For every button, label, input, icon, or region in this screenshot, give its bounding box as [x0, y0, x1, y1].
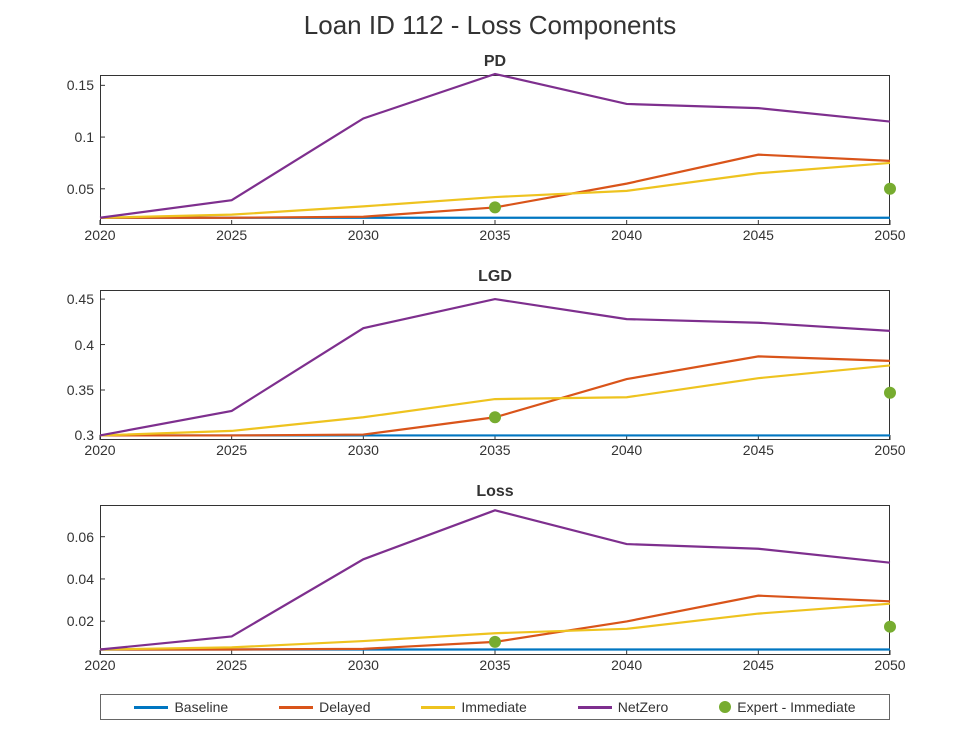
xtick-label: 2030: [348, 440, 379, 458]
legend-line-baseline: [134, 706, 168, 709]
xtick-label: 2040: [611, 225, 642, 243]
chart-panel-lgd: LGD 0.30.350.40.452020202520302035204020…: [100, 290, 890, 440]
xtick-label: 2020: [84, 440, 115, 458]
plot-pd: [100, 75, 890, 225]
legend-line-delayed: [279, 706, 313, 709]
legend-label-expert: Expert - Immediate: [737, 699, 855, 715]
series-line-netzero: [100, 510, 890, 649]
legend-line-netzero: [578, 706, 612, 709]
expert-marker: [489, 201, 501, 213]
legend: Baseline Delayed Immediate NetZero Exper…: [100, 694, 890, 720]
figure-title: Loan ID 112 - Loss Components: [0, 10, 980, 41]
xtick-label: 2020: [84, 655, 115, 673]
xtick-label: 2025: [216, 225, 247, 243]
expert-marker: [489, 636, 501, 648]
ytick-label: 0.4: [75, 337, 100, 353]
series-line-immediate: [100, 365, 890, 435]
legend-label-delayed: Delayed: [319, 699, 370, 715]
xtick-label: 2045: [743, 440, 774, 458]
ytick-label: 0.05: [67, 181, 100, 197]
expert-marker: [489, 411, 501, 423]
xtick-label: 2050: [874, 655, 905, 673]
ytick-label: 0.04: [67, 571, 100, 587]
legend-line-immediate: [421, 706, 455, 709]
plot-loss: [100, 505, 890, 655]
chart-panel-pd: PD 0.050.10.1520202025203020352040204520…: [100, 75, 890, 225]
xtick-label: 2040: [611, 655, 642, 673]
expert-marker: [884, 183, 896, 195]
xtick-label: 2025: [216, 440, 247, 458]
chart-panel-loss: Loss 0.020.040.0620202025203020352040204…: [100, 505, 890, 655]
legend-label-baseline: Baseline: [174, 699, 228, 715]
panel-title-loss: Loss: [100, 483, 890, 501]
panel-title-pd: PD: [100, 53, 890, 71]
plot-lgd: [100, 290, 890, 440]
ytick-label: 0.02: [67, 613, 100, 629]
legend-item-expert: Expert - Immediate: [719, 699, 855, 715]
legend-dot-expert: [719, 701, 731, 713]
ytick-label: 0.35: [67, 382, 100, 398]
ytick-label: 0.06: [67, 529, 100, 545]
series-line-delayed: [100, 356, 890, 435]
legend-item-delayed: Delayed: [279, 699, 370, 715]
xtick-label: 2035: [479, 440, 510, 458]
xtick-label: 2030: [348, 225, 379, 243]
legend-item-immediate: Immediate: [421, 699, 526, 715]
panel-title-lgd: LGD: [100, 268, 890, 286]
legend-item-netzero: NetZero: [578, 699, 669, 715]
ytick-label: 0.1: [75, 129, 100, 145]
ytick-label: 0.45: [67, 291, 100, 307]
xtick-label: 2050: [874, 225, 905, 243]
ytick-label: 0.15: [67, 77, 100, 93]
xtick-label: 2020: [84, 225, 115, 243]
expert-marker: [884, 387, 896, 399]
expert-marker: [884, 621, 896, 633]
xtick-label: 2040: [611, 440, 642, 458]
legend-label-netzero: NetZero: [618, 699, 669, 715]
xtick-label: 2030: [348, 655, 379, 673]
xtick-label: 2035: [479, 655, 510, 673]
legend-item-baseline: Baseline: [134, 699, 228, 715]
xtick-label: 2050: [874, 440, 905, 458]
xtick-label: 2035: [479, 225, 510, 243]
figure: Loan ID 112 - Loss Components PD 0.050.1…: [0, 0, 980, 735]
legend-label-immediate: Immediate: [461, 699, 526, 715]
xtick-label: 2045: [743, 225, 774, 243]
xtick-label: 2025: [216, 655, 247, 673]
xtick-label: 2045: [743, 655, 774, 673]
